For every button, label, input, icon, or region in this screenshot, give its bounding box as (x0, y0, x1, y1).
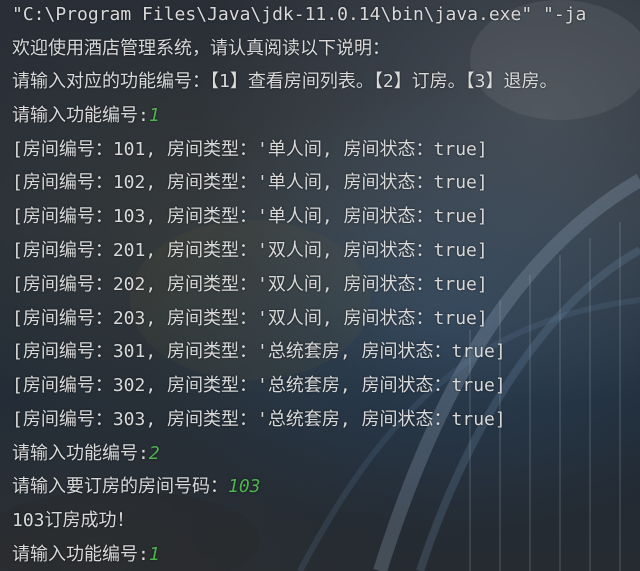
user-input: 103 (228, 476, 261, 497)
instructions-line: 请输入对应的功能编号：【1】查看房间列表。【2】订房。【3】退房。 (12, 71, 558, 92)
command-line: "C:\Program Files\Java\jdk-11.0.14\bin\j… (12, 4, 587, 25)
room-line: [房间编号：103, 房间类型：'单人间, 房间状态：true] (12, 206, 488, 227)
prompt-line: 请输入功能编号:2 (12, 439, 160, 469)
console-output: "C:\Program Files\Java\jdk-11.0.14\bin\j… (0, 0, 640, 571)
room-line: [房间编号：102, 房间类型：'单人间, 房间状态：true] (12, 172, 488, 193)
room-line: [房间编号：203, 房间类型：'双人间, 房间状态：true] (12, 308, 488, 329)
room-line: [房间编号：101, 房间类型：'单人间, 房间状态：true] (12, 139, 488, 160)
room-line: [房间编号：301, 房间类型：'总统套房, 房间状态：true] (12, 341, 506, 362)
user-input: 1 (148, 544, 160, 565)
room-prompt-line: 请输入要订房的房间号码：103 (12, 472, 261, 502)
room-prompt-label: 请输入要订房的房间号码： (12, 476, 228, 497)
room-line: [房间编号：202, 房间类型：'双人间, 房间状态：true] (12, 274, 488, 295)
prompt-line: 请输入功能编号:1 (12, 540, 160, 570)
prompt-label: 请输入功能编号: (12, 544, 149, 565)
prompt-label: 请输入功能编号: (12, 105, 149, 126)
room-line: [房间编号：302, 房间类型：'总统套房, 房间状态：true] (12, 375, 506, 396)
user-input: 1 (148, 105, 160, 126)
booking-success-line: 103订房成功！ (12, 510, 135, 531)
prompt-label: 请输入功能编号: (12, 443, 149, 464)
prompt-line: 请输入功能编号:1 (12, 101, 160, 131)
room-line: [房间编号：303, 房间类型：'总统套房, 房间状态：true] (12, 409, 506, 430)
room-line: [房间编号：201, 房间类型：'双人间, 房间状态：true] (12, 240, 488, 261)
welcome-line: 欢迎使用酒店管理系统，请认真阅读以下说明： (12, 38, 390, 59)
user-input: 2 (148, 443, 160, 464)
